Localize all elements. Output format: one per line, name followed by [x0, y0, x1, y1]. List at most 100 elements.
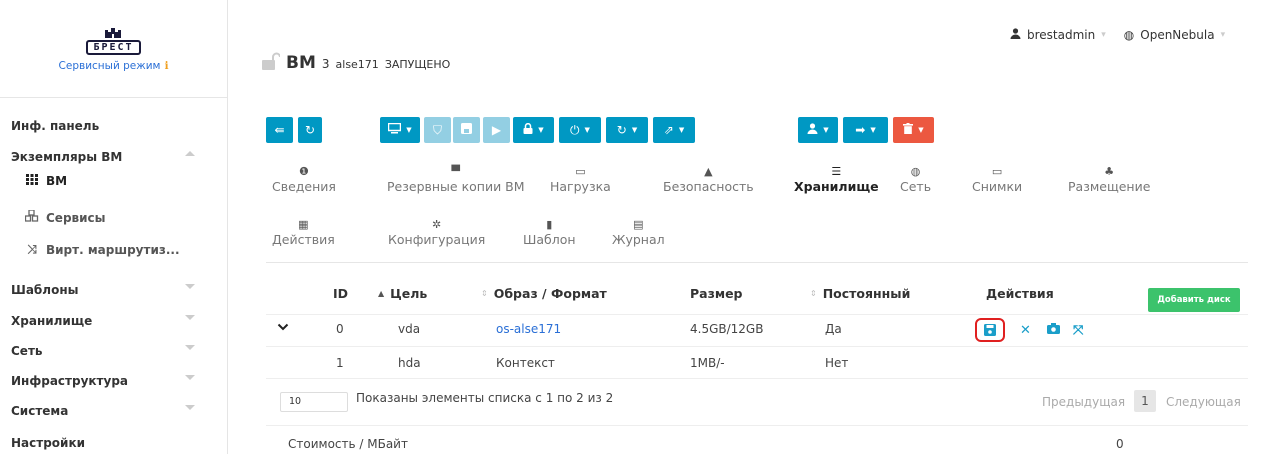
tab-label: Хранилище [794, 179, 879, 194]
column-header-image[interactable]: ⇕ Образ / Формат [481, 286, 607, 301]
pagination-next[interactable]: Следующая [1166, 395, 1241, 409]
snapshot-icon[interactable] [1047, 323, 1060, 338]
caret-down-icon: ▼ [678, 126, 685, 134]
chevron-down-icon: ▾ [1220, 30, 1226, 40]
sidebar-item-settings[interactable]: Настройки [11, 436, 195, 450]
user-icon [807, 123, 818, 137]
back-to-list-button[interactable]: ⇚ [266, 117, 293, 143]
brand-logo[interactable]: БРЕСТ [86, 27, 141, 55]
sidebar-item-dashboard[interactable]: Инф. панель [11, 119, 195, 133]
user-area: brestadmin ▾ ◍ OpenNebula ▾ [1010, 28, 1225, 42]
disk-image-link[interactable]: os-alse171 [496, 322, 561, 336]
lock-icon: ▲ [704, 165, 713, 178]
sidebar-item-storage[interactable]: Хранилище [11, 314, 195, 328]
column-header-id[interactable]: ID [333, 286, 348, 301]
disk-persistent: Да [825, 322, 842, 336]
save-button[interactable] [453, 117, 480, 143]
column-header-actions: Действия [986, 286, 1054, 301]
tab-placement[interactable]: ♣ Размещение [1068, 165, 1150, 194]
sidebar-item-services[interactable]: Сервисы [24, 209, 106, 225]
page-size-select[interactable]: 10 [280, 392, 348, 412]
save-as-button[interactable] [975, 318, 1005, 342]
tab-info[interactable]: ❶ Сведения [272, 165, 336, 194]
play-icon: ▶ [491, 123, 502, 137]
zone-menu[interactable]: ◍ OpenNebula ▾ [1124, 28, 1225, 42]
tab-network[interactable]: ◍ Сеть [900, 165, 931, 194]
column-header-target[interactable]: ▲ Цель [378, 286, 427, 301]
sidebar-item-label: Сервисы [46, 210, 106, 225]
play-button[interactable]: ▶ [483, 117, 510, 143]
info-circle-icon: ❶ [299, 165, 309, 178]
sidebar-item-infrastructure[interactable]: Инфраструктура [11, 374, 195, 388]
tab-backups[interactable]: ▀ Резервные копии ВМ [387, 165, 525, 194]
caret-down-icon: ▼ [406, 126, 412, 134]
migrate-dropdown-button[interactable]: ⇗ ▼ [653, 117, 695, 143]
chevron-down-icon[interactable] [277, 321, 289, 333]
sidebar-item-label: Инфраструктура [11, 374, 129, 388]
page-title: ВМ 3 alse171 ЗАПУЩЕНО [262, 50, 450, 73]
user-icon [1010, 28, 1021, 42]
tab-template[interactable]: ▮ Шаблон [523, 218, 576, 247]
repeat-icon: ↻ [616, 123, 627, 137]
username: brestadmin [1027, 28, 1096, 42]
list-back-icon: ⇚ [274, 123, 285, 137]
lock-icon [523, 122, 533, 137]
unlock-icon [262, 52, 280, 70]
tag-dropdown-button[interactable]: ➡ ▼ [843, 117, 888, 143]
delete-dropdown-button[interactable]: ▼ [893, 117, 934, 143]
tab-label: Снимки [972, 179, 1023, 194]
calendar-icon: ▦ [298, 218, 309, 231]
row-divider [266, 314, 1248, 315]
column-header-label: Цель [390, 286, 428, 301]
power-dropdown-button[interactable]: ⏻ ▼ [559, 117, 601, 143]
caret-down-icon: ▼ [538, 126, 544, 134]
user-dropdown-button[interactable]: ▼ [798, 117, 838, 143]
sidebar-item-templates[interactable]: Шаблоны [11, 283, 195, 297]
logo-text: БРЕСТ [86, 39, 141, 55]
chevron-down-icon [185, 284, 195, 289]
file-icon: ▮ [546, 218, 553, 231]
pagination-prev[interactable]: Предыдущая [1042, 395, 1125, 409]
tab-snapshots[interactable]: ▭ Снимки [972, 165, 1022, 194]
tab-label: Конфигурация [388, 232, 486, 247]
tab-capacity[interactable]: ▭ Нагрузка [550, 165, 611, 194]
tab-label: Резервные копии ВМ [387, 179, 525, 194]
tab-security[interactable]: ▲ Безопасность [663, 165, 754, 194]
resize-icon[interactable]: ⤧ [1073, 323, 1083, 338]
tab-label: Журнал [612, 232, 665, 247]
tab-storage[interactable]: ☰ Хранилище [794, 165, 879, 194]
sidebar-item-instances[interactable]: Экземпляры ВМ [11, 150, 195, 164]
vnc-dropdown-button[interactable]: ▼ [380, 117, 420, 143]
tab-configuration[interactable]: ✲ Конфигурация [388, 218, 485, 247]
info-icon[interactable]: ℹ [164, 60, 168, 72]
reboot-dropdown-button[interactable]: ↻ ▼ [606, 117, 648, 143]
service-mode-link[interactable]: Сервисный режим ℹ [59, 60, 169, 72]
cost-label: Стоимость / МБайт [288, 437, 408, 451]
column-header-persistent[interactable]: ⇕ Постоянный [810, 286, 910, 301]
sidebar-item-vrouters[interactable]: ⤨ Вирт. маршрутиз... [24, 242, 179, 257]
pagination-current-page[interactable]: 1 [1134, 390, 1156, 412]
lock-dropdown-button[interactable]: ▼ [513, 117, 554, 143]
sidebar: БРЕСТ Сервисный режим ℹ Инф. панель Экзем… [0, 0, 228, 454]
sidebar-item-network[interactable]: Сеть [11, 344, 195, 358]
cost-value: 0 [1116, 437, 1124, 451]
column-header-size[interactable]: Размер [690, 286, 743, 301]
refresh-button[interactable]: ↻ [298, 117, 322, 143]
share-icon: ⇗ [663, 123, 674, 137]
column-header-label: Размер [690, 286, 743, 301]
sidebar-item-system[interactable]: Система [11, 404, 195, 418]
tab-actions[interactable]: ▦ Действия [272, 218, 335, 247]
deploy-button[interactable]: ⛉ [424, 117, 451, 143]
user-menu[interactable]: brestadmin ▾ [1010, 28, 1106, 42]
add-disk-button[interactable]: Добавить диск [1148, 288, 1240, 312]
caret-down-icon: ▼ [584, 126, 590, 134]
detach-icon[interactable]: ✕ [1020, 323, 1031, 338]
trash-icon [903, 123, 914, 137]
sort-icon: ⇕ [481, 289, 488, 298]
sidebar-item-vms[interactable]: ВМ [24, 174, 67, 188]
logo-area: БРЕСТ Сервисный режим ℹ [0, 0, 227, 98]
sidebar-item-label: Инф. панель [11, 119, 100, 133]
column-header-label: Постоянный [822, 286, 911, 301]
tab-label: Нагрузка [550, 179, 611, 194]
tab-log[interactable]: ▤ Журнал [612, 218, 665, 247]
